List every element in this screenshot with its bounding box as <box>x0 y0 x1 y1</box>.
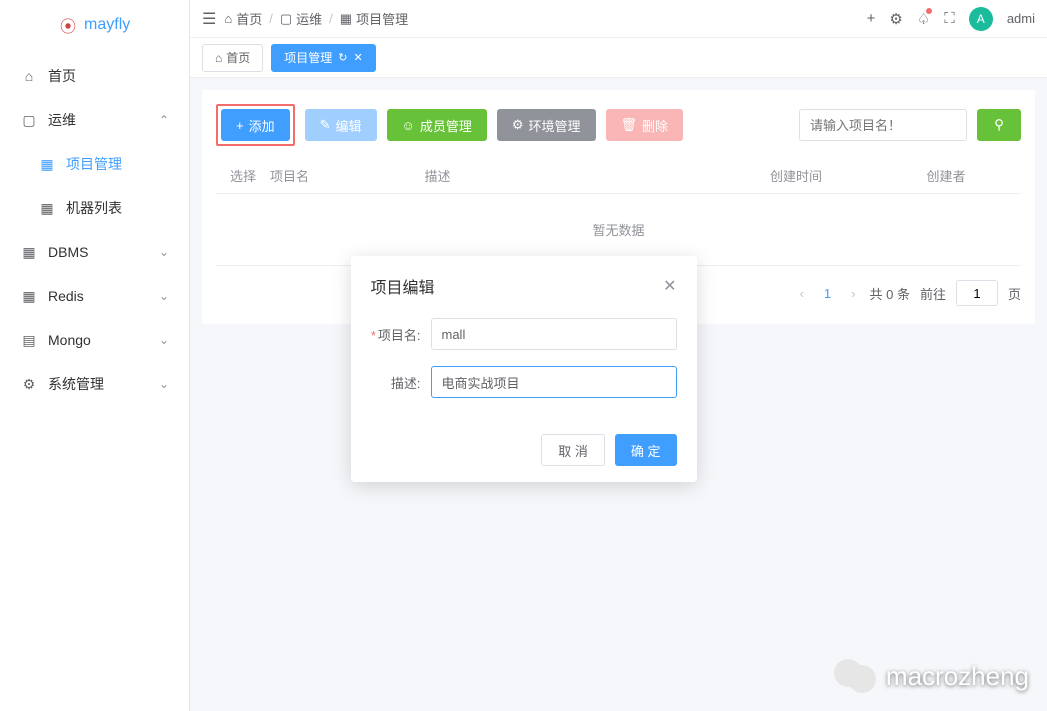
modal-title: 项目编辑 <box>371 274 664 298</box>
desc-label: 描述: <box>371 373 431 392</box>
name-input[interactable] <box>431 318 677 350</box>
close-icon[interactable]: ✕ <box>663 276 676 296</box>
edit-modal: 项目编辑 ✕ *项目名: 描述: 取 消 确 定 <box>351 256 697 482</box>
desc-input[interactable] <box>431 366 677 398</box>
modal-mask: 项目编辑 ✕ *项目名: 描述: 取 消 确 定 <box>0 0 1047 711</box>
cancel-button[interactable]: 取 消 <box>541 434 605 466</box>
name-label: *项目名: <box>371 325 431 344</box>
confirm-button[interactable]: 确 定 <box>615 434 677 466</box>
